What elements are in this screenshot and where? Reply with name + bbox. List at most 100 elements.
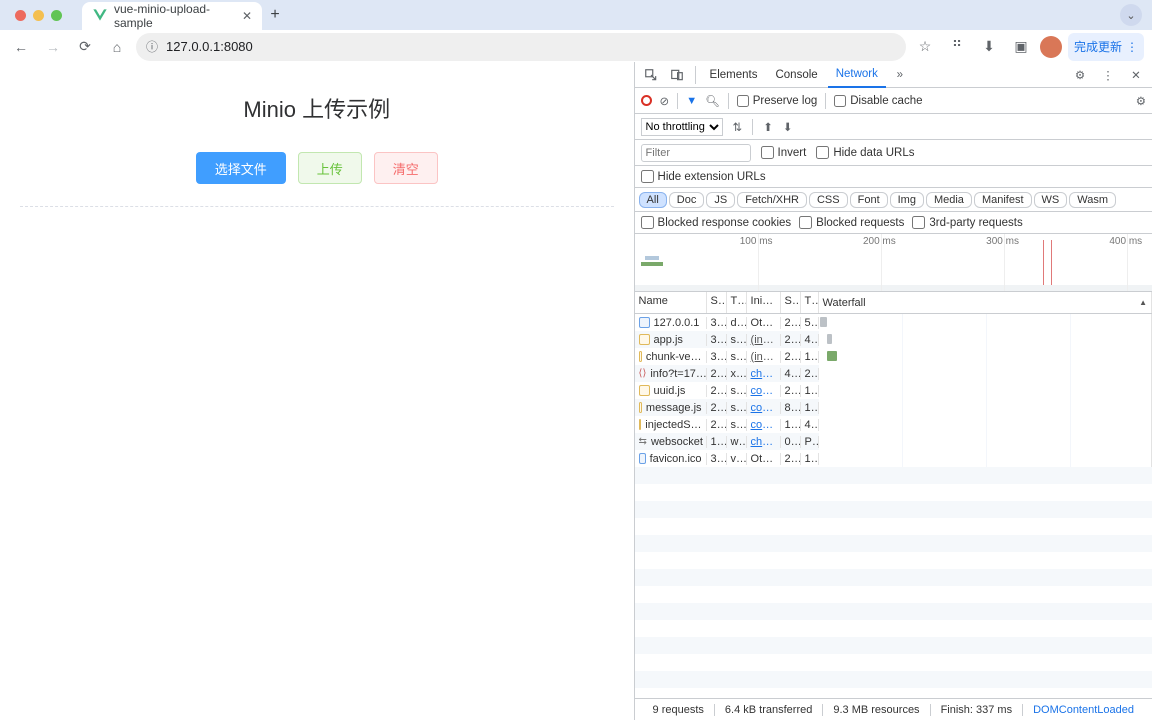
col-status[interactable]: S… (707, 292, 727, 313)
upload-button[interactable]: 上传 (298, 152, 362, 184)
status-resources: 9.3 MB resources (823, 704, 930, 716)
chip-ws[interactable]: WS (1034, 192, 1068, 208)
table-header[interactable]: Name S… T… Initia… S… T… Waterfall▲ (635, 292, 1152, 314)
export-har-icon[interactable]: ⬇ (783, 120, 793, 134)
table-row[interactable]: injectedS…2…s…cont…1…4… (635, 416, 1152, 433)
extensions-icon[interactable]: ⠛ (944, 34, 970, 60)
col-initiator[interactable]: Initia… (747, 292, 781, 313)
js-file-icon (639, 334, 650, 345)
browser-tab[interactable]: vue-minio-upload-sample ✕ (82, 2, 262, 30)
device-toolbar-icon[interactable] (665, 63, 689, 87)
kebab-icon: ⋮ (1126, 40, 1138, 54)
preserve-log-check[interactable]: Preserve log (737, 95, 818, 107)
table-row[interactable]: ⟨⟩info?t=17…2…xhrchun…4…2… (635, 365, 1152, 382)
js-file-icon (639, 419, 642, 430)
network-settings-icon[interactable]: ⚙ (1136, 94, 1146, 108)
filter-icon[interactable]: ▼ (686, 95, 697, 107)
status-transferred: 6.4 kB transferred (715, 704, 823, 716)
status-requests: 9 requests (643, 704, 715, 716)
chip-wasm[interactable]: Wasm (1069, 192, 1116, 208)
reload-button[interactable]: ⟳ (72, 34, 98, 60)
table-row[interactable]: favicon.ico3…v…Other2…1… (635, 450, 1152, 467)
col-type[interactable]: T… (727, 292, 747, 313)
devtools-settings-icon[interactable]: ⚙ (1068, 63, 1092, 87)
disable-cache-check[interactable]: Disable cache (834, 95, 922, 107)
filter-input[interactable] (641, 144, 751, 162)
tab-network[interactable]: Network (828, 62, 886, 88)
throttling-select[interactable]: No throttling (641, 118, 723, 136)
clear-button[interactable]: 清空 (374, 152, 438, 184)
overview-tick: 200 ms (863, 236, 896, 247)
tab-close-icon[interactable]: ✕ (242, 9, 252, 23)
table-row[interactable]: chunk-ve…3…s…(inde…2…1… (635, 348, 1152, 365)
record-icon[interactable] (641, 95, 652, 106)
chip-doc[interactable]: Doc (669, 192, 705, 208)
table-row[interactable]: 127.0.0.13…d…Other2…5… (635, 314, 1152, 331)
window-close[interactable] (15, 10, 26, 21)
doc-file-icon (639, 453, 646, 464)
chrome-top: vue-minio-upload-sample ✕ + ⌄ ← → ⟳ ⌂ ⓘ … (0, 0, 1152, 62)
update-chrome-button[interactable]: 完成更新 ⋮ (1068, 33, 1144, 61)
col-time[interactable]: T… (801, 292, 819, 313)
chip-all[interactable]: All (639, 192, 667, 208)
window-minimize[interactable] (33, 10, 44, 21)
more-tabs-icon[interactable]: » (888, 63, 912, 87)
page-content: Minio 上传示例 选择文件 上传 清空 (0, 62, 634, 720)
devtools-close-icon[interactable]: ✕ (1124, 63, 1148, 87)
col-size[interactable]: S… (781, 292, 801, 313)
overview-tick: 300 ms (986, 236, 1019, 247)
hide-data-urls-check[interactable]: Hide data URLs (816, 146, 914, 159)
network-conditions-icon[interactable]: ⇅ (733, 120, 743, 134)
profile-avatar[interactable] (1040, 36, 1062, 58)
import-har-icon[interactable]: ⬆ (763, 120, 773, 134)
forward-button: → (40, 34, 66, 60)
bookmark-icon[interactable]: ☆ (912, 34, 938, 60)
table-row[interactable]: message.js2…s…cont…8…1… (635, 399, 1152, 416)
tab-elements[interactable]: Elements (702, 62, 766, 88)
col-waterfall[interactable]: Waterfall▲ (819, 292, 1152, 313)
tab-console[interactable]: Console (767, 62, 825, 88)
chip-css[interactable]: CSS (809, 192, 848, 208)
table-row[interactable]: uuid.js2…s…cont…2…1… (635, 382, 1152, 399)
blocked-requests-check[interactable]: Blocked requests (799, 216, 904, 229)
overview-tick: 400 ms (1109, 236, 1142, 247)
devtools-tab-strip: Elements Console Network » ⚙ ⋮ ✕ (635, 62, 1152, 88)
window-maximize[interactable] (51, 10, 62, 21)
filter-row-2: Hide extension URLs (635, 166, 1152, 188)
home-button[interactable]: ⌂ (104, 34, 130, 60)
clear-icon[interactable]: ⊘ (660, 94, 670, 108)
filter-row: Invert Hide data URLs (635, 140, 1152, 166)
site-info-icon[interactable]: ⓘ (146, 38, 158, 55)
third-party-check[interactable]: 3rd-party requests (912, 216, 1022, 229)
chip-fetchxhr[interactable]: Fetch/XHR (737, 192, 807, 208)
table-row[interactable]: ⇆websocket1…w…chun…0 BP… (635, 433, 1152, 450)
chip-manifest[interactable]: Manifest (974, 192, 1032, 208)
search-icon[interactable]: 🔍︎ (705, 94, 720, 108)
traffic-lights (15, 10, 62, 21)
chip-media[interactable]: Media (926, 192, 972, 208)
downloads-icon[interactable]: ⬇ (976, 34, 1002, 60)
choose-file-button[interactable]: 选择文件 (196, 152, 286, 184)
invert-check[interactable]: Invert (761, 146, 807, 159)
sidepanel-icon[interactable]: ▣ (1008, 34, 1034, 60)
js-file-icon (639, 385, 650, 396)
doc-file-icon (639, 317, 650, 328)
back-button[interactable]: ← (8, 34, 34, 60)
chip-js[interactable]: JS (706, 192, 735, 208)
col-name[interactable]: Name (635, 292, 707, 313)
table-row[interactable]: app.js3…s…(inde…2…4… (635, 331, 1152, 348)
chip-img[interactable]: Img (890, 192, 924, 208)
blocked-cookies-check[interactable]: Blocked response cookies (641, 216, 792, 229)
inspect-element-icon[interactable] (639, 63, 663, 87)
js-file-icon (639, 402, 642, 413)
hide-ext-urls-check[interactable]: Hide extension URLs (641, 170, 766, 183)
new-tab-button[interactable]: + (262, 6, 288, 24)
resource-type-chips: AllDocJSFetch/XHRCSSFontImgMediaManifest… (635, 188, 1152, 212)
chip-font[interactable]: Font (850, 192, 888, 208)
network-table: Name S… T… Initia… S… T… Waterfall▲ 127.… (635, 292, 1152, 698)
omnibox[interactable]: ⓘ 127.0.0.1:8080 (136, 33, 906, 61)
network-overview[interactable]: 100 ms200 ms300 ms400 ms (635, 234, 1152, 292)
devtools-kebab-icon[interactable]: ⋮ (1096, 63, 1120, 87)
tabs-dropdown-icon[interactable]: ⌄ (1120, 4, 1142, 26)
status-dom: DOMContentLoaded (1023, 704, 1144, 716)
